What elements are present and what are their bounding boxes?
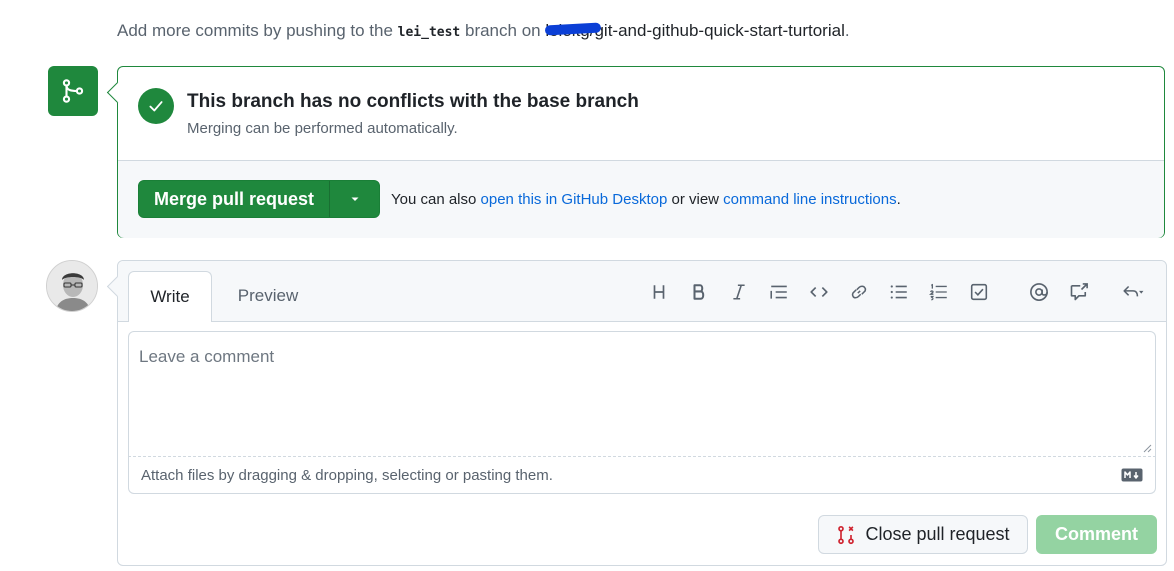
bold-icon[interactable] <box>686 279 712 305</box>
merge-box-pointer <box>106 81 129 104</box>
comment-tab-bar: Write Preview <box>118 261 1166 322</box>
quote-icon[interactable] <box>766 279 792 305</box>
close-pull-request-label: Close pull request <box>865 524 1010 544</box>
merge-options-dropdown[interactable] <box>330 181 379 217</box>
comment-box: Write Preview Leave a comment Attach fil… <box>106 260 1167 566</box>
task-list-icon[interactable] <box>966 279 992 305</box>
check-icon <box>138 88 174 124</box>
comment-textarea[interactable]: Leave a comment <box>128 331 1156 457</box>
tab-preview[interactable]: Preview <box>228 271 308 321</box>
markdown-icon[interactable] <box>1121 468 1143 482</box>
open-in-desktop-link[interactable]: open this in GitHub Desktop <box>481 191 668 208</box>
merge-alternatives-text: You can also open this in GitHub Desktop… <box>391 191 901 208</box>
git-pull-request-closed-icon <box>838 525 855 544</box>
unordered-list-icon[interactable] <box>886 279 912 305</box>
repo-owner[interactable]: lololtg <box>545 21 589 41</box>
triangle-down-icon <box>351 197 358 201</box>
saved-replies-icon[interactable] <box>1113 279 1153 305</box>
repo-name[interactable]: /git-and-github-quick-start-turtorial <box>590 21 845 40</box>
git-merge-icon <box>48 66 98 116</box>
merge-status-title: This branch has no conflicts with the ba… <box>187 91 639 112</box>
push-hint: Add more commits by pushing to the lei_t… <box>117 21 850 41</box>
merge-button-label[interactable]: Merge pull request <box>139 181 330 217</box>
attach-files-bar[interactable]: Attach files by dragging & dropping, sel… <box>128 457 1156 494</box>
avatar[interactable] <box>46 260 98 312</box>
italic-icon[interactable] <box>726 279 752 305</box>
attach-files-text: Attach files by dragging & dropping, sel… <box>141 467 553 484</box>
resize-grip-icon[interactable] <box>1142 443 1152 453</box>
close-pull-request-button[interactable]: Close pull request <box>818 515 1028 554</box>
heading-icon[interactable] <box>646 279 672 305</box>
ordered-list-icon[interactable] <box>926 279 952 305</box>
comment-button[interactable]: Comment <box>1036 515 1157 554</box>
command-line-instructions-link[interactable]: command line instructions <box>723 191 896 208</box>
merge-pull-request-button[interactable]: Merge pull request <box>138 180 380 218</box>
merge-box: This branch has no conflicts with the ba… <box>106 66 1165 238</box>
code-icon[interactable] <box>806 279 832 305</box>
cross-reference-icon[interactable] <box>1066 279 1092 305</box>
branch-name: lei_test <box>397 25 461 40</box>
tab-write[interactable]: Write <box>128 271 212 322</box>
merge-status-subtitle: Merging can be performed automatically. <box>187 120 458 137</box>
link-icon[interactable] <box>846 279 872 305</box>
mention-icon[interactable] <box>1026 279 1052 305</box>
comment-placeholder: Leave a comment <box>139 347 275 366</box>
